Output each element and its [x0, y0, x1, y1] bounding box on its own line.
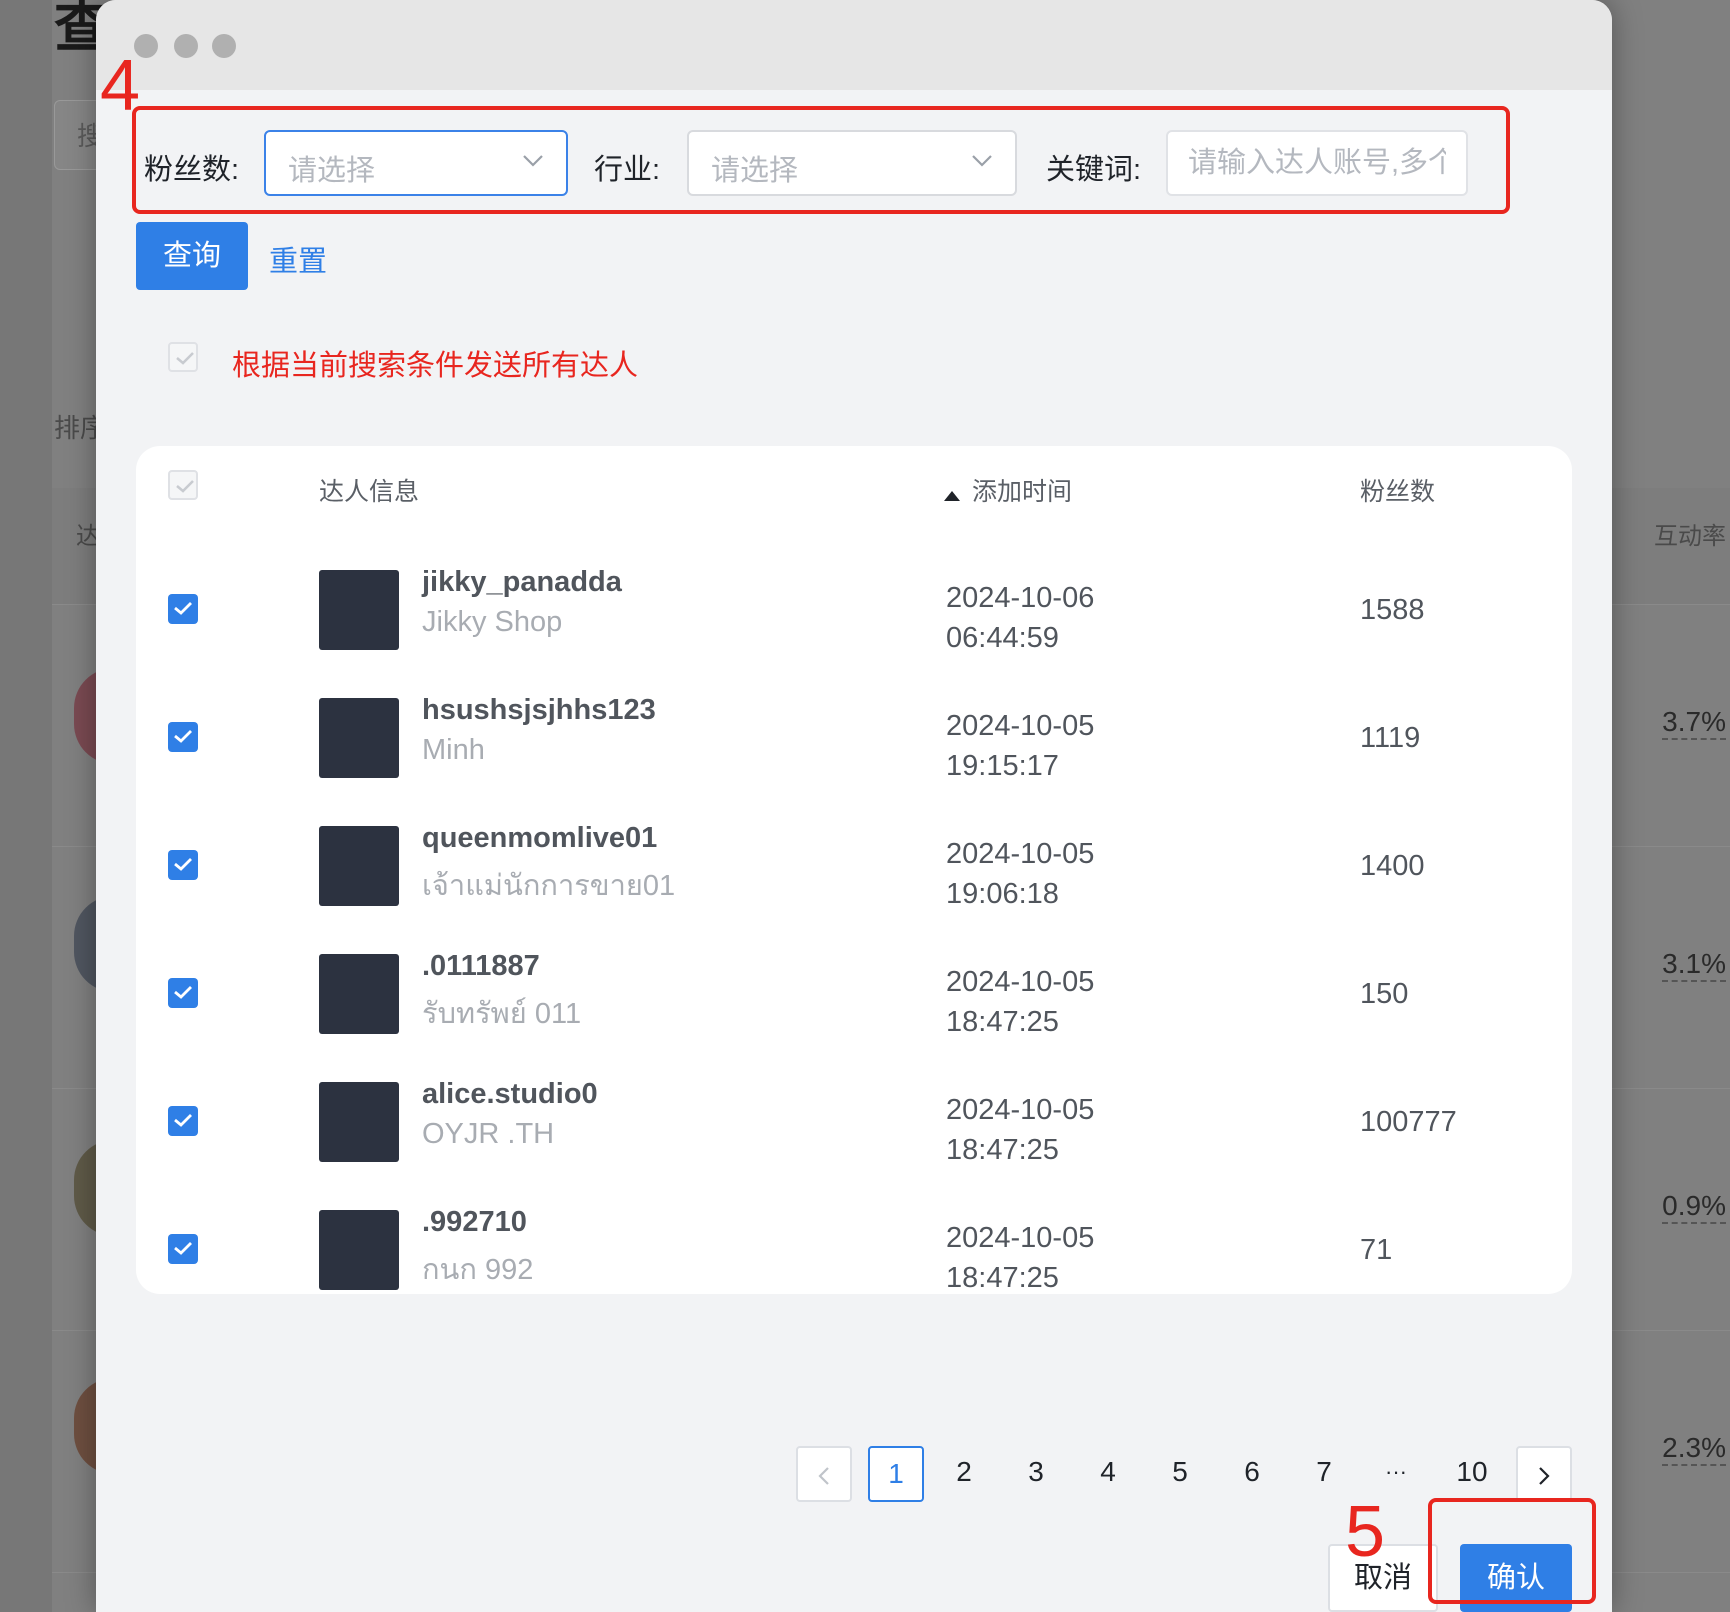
background-rate: 3.1% — [1662, 948, 1726, 982]
window-minimize-dot[interactable] — [174, 34, 198, 58]
background-rate: 3.7% — [1662, 706, 1726, 740]
row-time: 06:44:59 — [946, 622, 1059, 654]
table-row: alice.studio0 OYJR .TH 2024-10-05 18:47:2… — [136, 1058, 1572, 1186]
row-checkbox[interactable] — [168, 594, 198, 624]
sort-asc-icon — [944, 479, 960, 508]
page-10[interactable]: 10 — [1436, 1446, 1508, 1502]
select-all-checkbox[interactable] — [168, 470, 198, 500]
row-fans: 100777 — [1360, 1106, 1457, 1138]
row-nickname: เจ้าแม่นักการขาย01 — [422, 870, 676, 902]
row-checkbox[interactable] — [168, 1234, 198, 1264]
background-rate: 2.3% — [1662, 1432, 1726, 1466]
avatar — [319, 954, 399, 1034]
table-row: queenmomlive01 เจ้าแม่นักการขาย01 2024-1… — [136, 802, 1572, 930]
row-time: 18:47:25 — [946, 1134, 1059, 1166]
row-nickname: OYJR .TH — [422, 1118, 555, 1150]
row-date: 2024-10-06 — [946, 582, 1095, 614]
row-username: .0111887 — [422, 950, 540, 982]
next-page-button[interactable] — [1516, 1446, 1572, 1502]
row-time: 18:47:25 — [946, 1262, 1059, 1294]
row-username: queenmomlive01 — [422, 822, 658, 854]
header-fans: 粉丝数 — [1360, 478, 1436, 506]
row-date: 2024-10-05 — [946, 838, 1095, 870]
avatar — [319, 1210, 399, 1290]
row-username: jikky_panadda — [422, 566, 622, 598]
page-5[interactable]: 5 — [1152, 1446, 1208, 1502]
query-button[interactable]: 查询 — [136, 222, 248, 290]
annotation-number-4: 4 — [100, 46, 141, 126]
row-checkbox[interactable] — [168, 1106, 198, 1136]
header-added-time-label: 添加时间 — [972, 478, 1073, 506]
row-nickname: Minh — [422, 734, 485, 766]
row-added-time: 2024-10-05 18:47:25 — [946, 1218, 1094, 1298]
avatar — [319, 698, 399, 778]
window-zoom-dot[interactable] — [212, 34, 236, 58]
row-added-time: 2024-10-05 19:06:18 — [946, 834, 1094, 914]
avatar — [319, 1082, 399, 1162]
annotation-number-5: 5 — [1345, 1492, 1386, 1572]
row-added-time: 2024-10-05 18:47:25 — [946, 1090, 1094, 1170]
row-added-time: 2024-10-05 18:47:25 — [946, 962, 1094, 1042]
row-nickname: รับทรัพย์ 011 — [422, 998, 582, 1030]
page-3[interactable]: 3 — [1008, 1446, 1064, 1502]
annotation-box-step5 — [1428, 1498, 1596, 1604]
row-time: 18:47:25 — [946, 1006, 1059, 1038]
row-fans: 1400 — [1360, 850, 1425, 882]
table-row: hsushsjsjhhs123 Minh 2024-10-05 19:15:17 … — [136, 674, 1572, 802]
row-time: 19:15:17 — [946, 750, 1059, 782]
avatar — [319, 570, 399, 650]
row-fans: 1119 — [1360, 722, 1421, 754]
row-fans: 71 — [1360, 1234, 1393, 1266]
header-influencer-info: 达人信息 — [319, 478, 420, 506]
row-checkbox[interactable] — [168, 978, 198, 1008]
row-date: 2024-10-05 — [946, 966, 1095, 998]
select-influencers-modal: 粉丝数: 请选择 行业: 请选择 关键词: 查询 重置 根据当前搜索条件发送所有… — [96, 0, 1612, 1612]
background-col-rate: 互动率 — [1654, 523, 1726, 550]
chevron-right-icon — [1538, 1458, 1550, 1489]
reset-button[interactable]: 重置 — [269, 238, 327, 280]
row-username: hsushsjsjhhs123 — [422, 694, 656, 726]
influencer-table: 达人信息 添加时间 粉丝数 jikky_panadda Jikky Shop 2… — [136, 446, 1572, 1294]
row-fans: 150 — [1360, 978, 1409, 1010]
page-1[interactable]: 1 — [868, 1446, 924, 1502]
row-time: 19:06:18 — [946, 878, 1059, 910]
row-checkbox[interactable] — [168, 850, 198, 880]
table-row: .0111887 รับทรัพย์ 011 2024-10-05 18:47:2… — [136, 930, 1572, 1058]
row-nickname: Jikky Shop — [422, 606, 563, 638]
row-checkbox[interactable] — [168, 722, 198, 752]
row-added-time: 2024-10-06 06:44:59 — [946, 578, 1094, 658]
header-added-time[interactable]: 添加时间 — [944, 472, 1072, 508]
row-added-time: 2024-10-05 19:15:17 — [946, 706, 1094, 786]
page-2[interactable]: 2 — [936, 1446, 992, 1502]
table-row: .992710 กนก 992 2024-10-05 18:47:25 71 — [136, 1186, 1572, 1314]
background-rate: 0.9% — [1662, 1190, 1726, 1224]
table-row: jikky_panadda Jikky Shop 2024-10-06 06:44… — [136, 546, 1572, 674]
row-date: 2024-10-05 — [946, 1222, 1095, 1254]
chevron-left-icon — [818, 1458, 830, 1489]
row-date: 2024-10-05 — [946, 710, 1095, 742]
prev-page-button[interactable] — [796, 1446, 852, 1502]
page-7[interactable]: 7 — [1296, 1446, 1352, 1502]
row-fans: 1588 — [1360, 594, 1425, 626]
row-date: 2024-10-05 — [946, 1094, 1095, 1126]
row-username: .992710 — [422, 1206, 527, 1238]
row-username: alice.studio0 — [422, 1078, 598, 1110]
send-all-checkbox[interactable] — [168, 342, 198, 372]
avatar — [319, 826, 399, 906]
page-4[interactable]: 4 — [1080, 1446, 1136, 1502]
send-all-label: 根据当前搜索条件发送所有达人 — [232, 350, 639, 382]
row-nickname: กนก 992 — [422, 1254, 534, 1286]
window-titlebar — [96, 0, 1612, 90]
annotation-box-step4 — [132, 106, 1510, 214]
page-6[interactable]: 6 — [1224, 1446, 1280, 1502]
